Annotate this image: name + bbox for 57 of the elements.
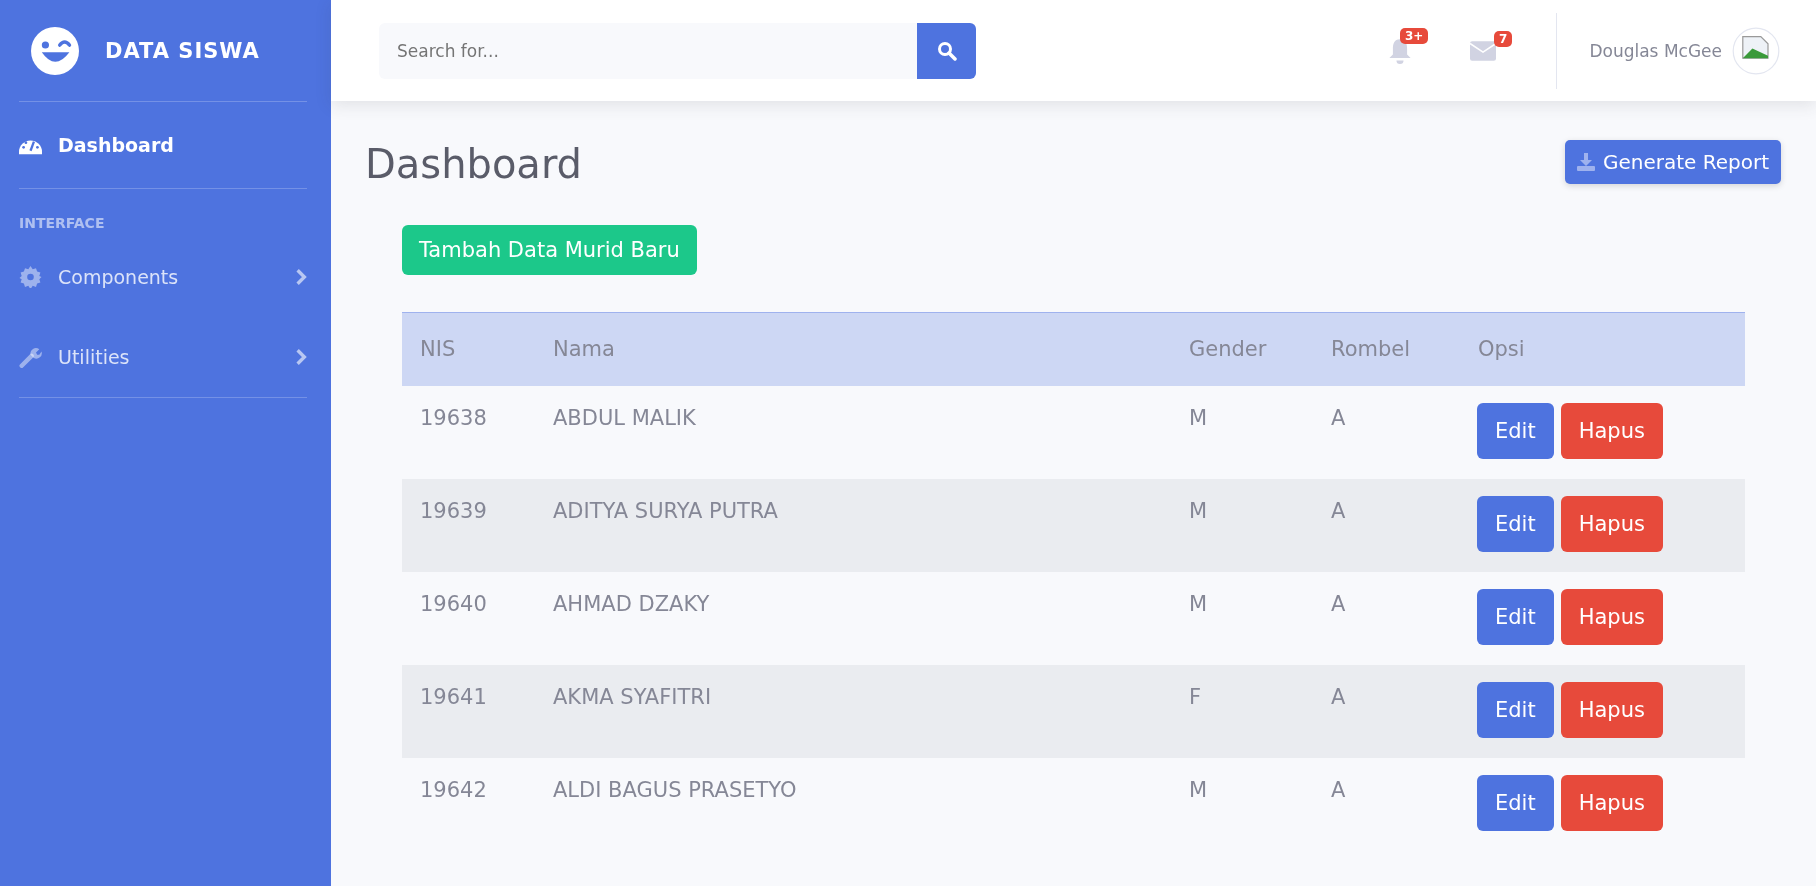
edit-button[interactable]: Edit: [1477, 495, 1554, 552]
winking-face-icon: [31, 26, 79, 75]
table-cell: M: [1189, 591, 1208, 616]
gear-icon: [19, 266, 42, 288]
table-cell: M: [1189, 498, 1208, 523]
table-cell: AKMA SYAFITRI: [553, 684, 712, 709]
table-cell: 19640: [420, 591, 487, 616]
delete-button[interactable]: Hapus: [1560, 495, 1663, 552]
notification-count: 3+: [1400, 27, 1429, 44]
user-name[interactable]: Douglas McGee: [1589, 40, 1722, 61]
table-cell: 19638: [420, 405, 487, 430]
table-cell: A: [1331, 405, 1346, 430]
column-header: Opsi: [1478, 337, 1525, 362]
column-header: NIS: [420, 337, 456, 362]
delete-button[interactable]: Hapus: [1560, 774, 1663, 831]
table-cell: 19639: [420, 498, 487, 523]
edit-button[interactable]: Edit: [1477, 588, 1554, 645]
section-heading: INTERFACE: [19, 214, 106, 233]
broken-image-icon[interactable]: [1732, 26, 1780, 75]
search-button[interactable]: [917, 22, 976, 79]
page-title: Dashboard: [365, 141, 582, 187]
edit-button[interactable]: Edit: [1477, 402, 1554, 459]
table-cell: M: [1189, 777, 1208, 802]
table-cell: 19642: [420, 777, 487, 802]
table-cell: A: [1331, 777, 1346, 802]
wrench-icon: [19, 346, 42, 368]
message-count: 7: [1494, 30, 1513, 47]
column-header: Nama: [553, 337, 615, 362]
table-cell: A: [1331, 684, 1346, 709]
table-cell: A: [1331, 591, 1346, 616]
add-student-button[interactable]: Tambah Data Murid Baru: [402, 225, 697, 275]
nav-item[interactable]: Dashboard: [19, 102, 307, 188]
table-cell: ALDI BAGUS PRASETYO: [553, 777, 797, 802]
edit-button[interactable]: Edit: [1477, 774, 1554, 831]
chevron-right-icon: [295, 268, 307, 286]
nav-item[interactable]: Components: [19, 237, 307, 317]
chevron-right-icon: [295, 348, 307, 366]
column-header: Gender: [1189, 337, 1267, 362]
delete-button[interactable]: Hapus: [1560, 588, 1663, 645]
table-cell: A: [1331, 498, 1346, 523]
search-icon: [936, 40, 957, 61]
download-icon: [1576, 153, 1595, 171]
edit-button[interactable]: Edit: [1477, 681, 1554, 738]
delete-button[interactable]: Hapus: [1560, 681, 1663, 738]
table-cell: ABDUL MALIK: [553, 405, 696, 430]
generate-report-button[interactable]: Generate Report: [1564, 140, 1781, 184]
table-cell: 19641: [420, 684, 487, 709]
column-header: Rombel: [1331, 337, 1411, 362]
table-cell: M: [1189, 405, 1208, 430]
table-cell: ADITYA SURYA PUTRA: [553, 498, 778, 523]
nav-item[interactable]: Utilities: [19, 317, 307, 397]
search-field[interactable]: Search for...: [379, 22, 917, 79]
envelope-icon[interactable]: [1470, 40, 1497, 61]
table-cell: F: [1189, 684, 1202, 709]
table-cell: AHMAD DZAKY: [553, 591, 710, 616]
delete-button[interactable]: Hapus: [1560, 402, 1663, 459]
brand-name: DATA SISWA: [105, 38, 260, 63]
